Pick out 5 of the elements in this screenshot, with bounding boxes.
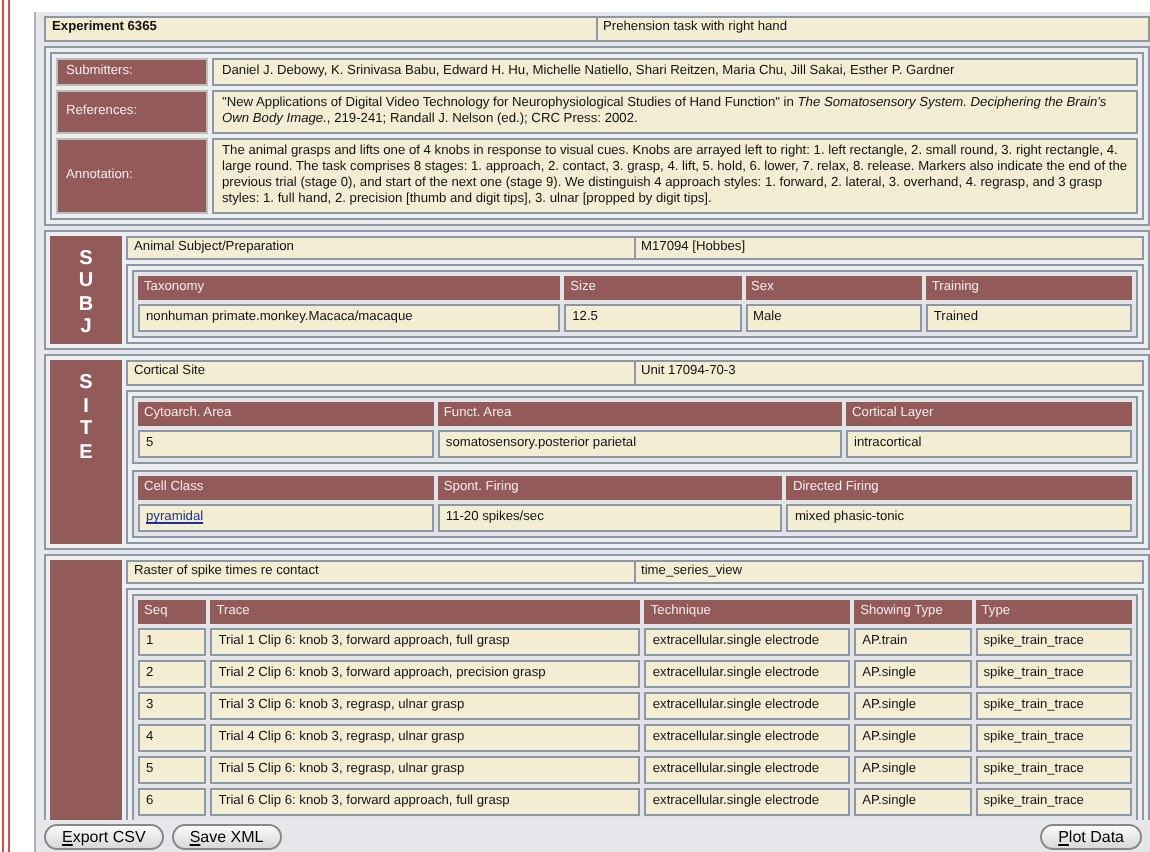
section-side-label: SITE: [50, 360, 122, 544]
toolbar-button[interactable]: Export CSV: [44, 823, 164, 849]
section-side-label: SUBJ: [50, 235, 122, 345]
toolbar-button[interactable]: Plot Data: [1040, 823, 1142, 849]
toolbar-button[interactable]: Save XML: [171, 823, 282, 849]
